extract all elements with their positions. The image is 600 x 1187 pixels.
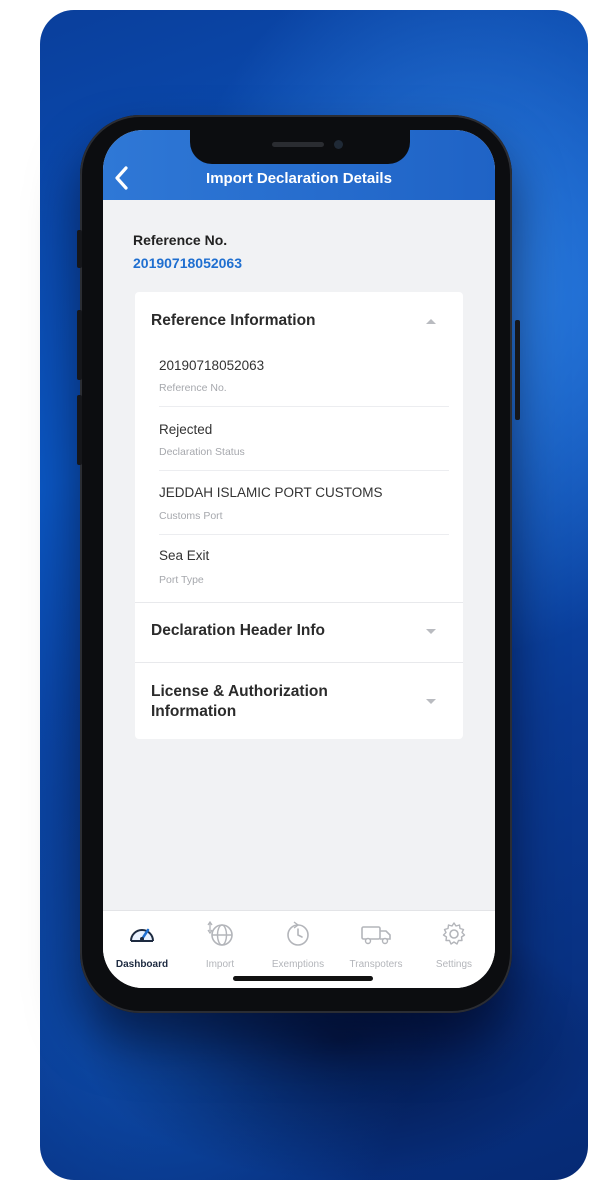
page-title: Import Declaration Details <box>206 170 392 187</box>
phone-mute-switch <box>77 230 82 268</box>
clock-refresh-icon <box>287 921 309 946</box>
nav-item-settings[interactable]: Settings <box>415 911 493 981</box>
main-content: Reference No. 20190718052063 Reference I… <box>103 200 495 910</box>
field-label: Port Type <box>159 574 204 586</box>
phone-speaker <box>272 142 324 147</box>
nav-label: Import <box>205 959 235 970</box>
nav-label: Settings <box>435 959 473 970</box>
field-value: Sea Exit <box>159 548 210 563</box>
reference-label: Reference No. <box>133 232 228 248</box>
chevron-up-icon[interactable] <box>425 317 437 325</box>
app-screen: Import Declaration Details Reference No.… <box>103 130 495 988</box>
field-label: Declaration Status <box>159 446 245 458</box>
reference-value: 20190718052063 <box>133 255 243 271</box>
truck-icon <box>361 926 391 945</box>
field-label: Reference No. <box>159 382 227 394</box>
phone-volume-up <box>77 310 82 380</box>
divider <box>159 470 449 471</box>
home-indicator[interactable] <box>233 976 373 981</box>
divider <box>159 534 449 535</box>
chevron-down-icon[interactable] <box>425 628 437 636</box>
field-value: Rejected <box>159 422 213 437</box>
nav-item-exemptions[interactable]: Exemptions <box>259 911 337 981</box>
nav-label: Dashboard <box>115 959 169 970</box>
divider <box>159 406 449 407</box>
nav-item-import[interactable]: Import <box>181 911 259 981</box>
details-card: Reference Information 20190718052063 Ref… <box>135 292 463 739</box>
nav-item-transpoters[interactable]: Transpoters <box>337 911 415 981</box>
chevron-down-icon[interactable] <box>425 698 437 706</box>
section-divider <box>135 662 463 663</box>
field-value: 20190718052063 <box>159 358 265 373</box>
phone-notch <box>190 130 410 164</box>
nav-label: Exemptions <box>271 959 325 970</box>
section-title: Reference Information <box>151 312 316 329</box>
section-title: Declaration Header Info <box>151 622 325 639</box>
speedometer-icon <box>130 928 154 942</box>
section-divider <box>135 602 463 603</box>
bottom-navigation: Dashboard Import Exemptions Transpoters … <box>103 910 495 988</box>
phone-volume-down <box>77 395 82 465</box>
field-label: Customs Port <box>159 510 223 522</box>
phone-camera <box>334 140 343 149</box>
section-title: License & Authorization Information <box>151 683 328 720</box>
field-value: JEDDAH ISLAMIC PORT CUSTOMS <box>159 485 383 500</box>
nav-item-dashboard[interactable]: Dashboard <box>103 911 181 981</box>
phone-power-button <box>515 320 520 420</box>
globe-import-icon <box>207 920 233 946</box>
gear-icon <box>442 922 466 945</box>
nav-label: Transpoters <box>349 959 403 970</box>
